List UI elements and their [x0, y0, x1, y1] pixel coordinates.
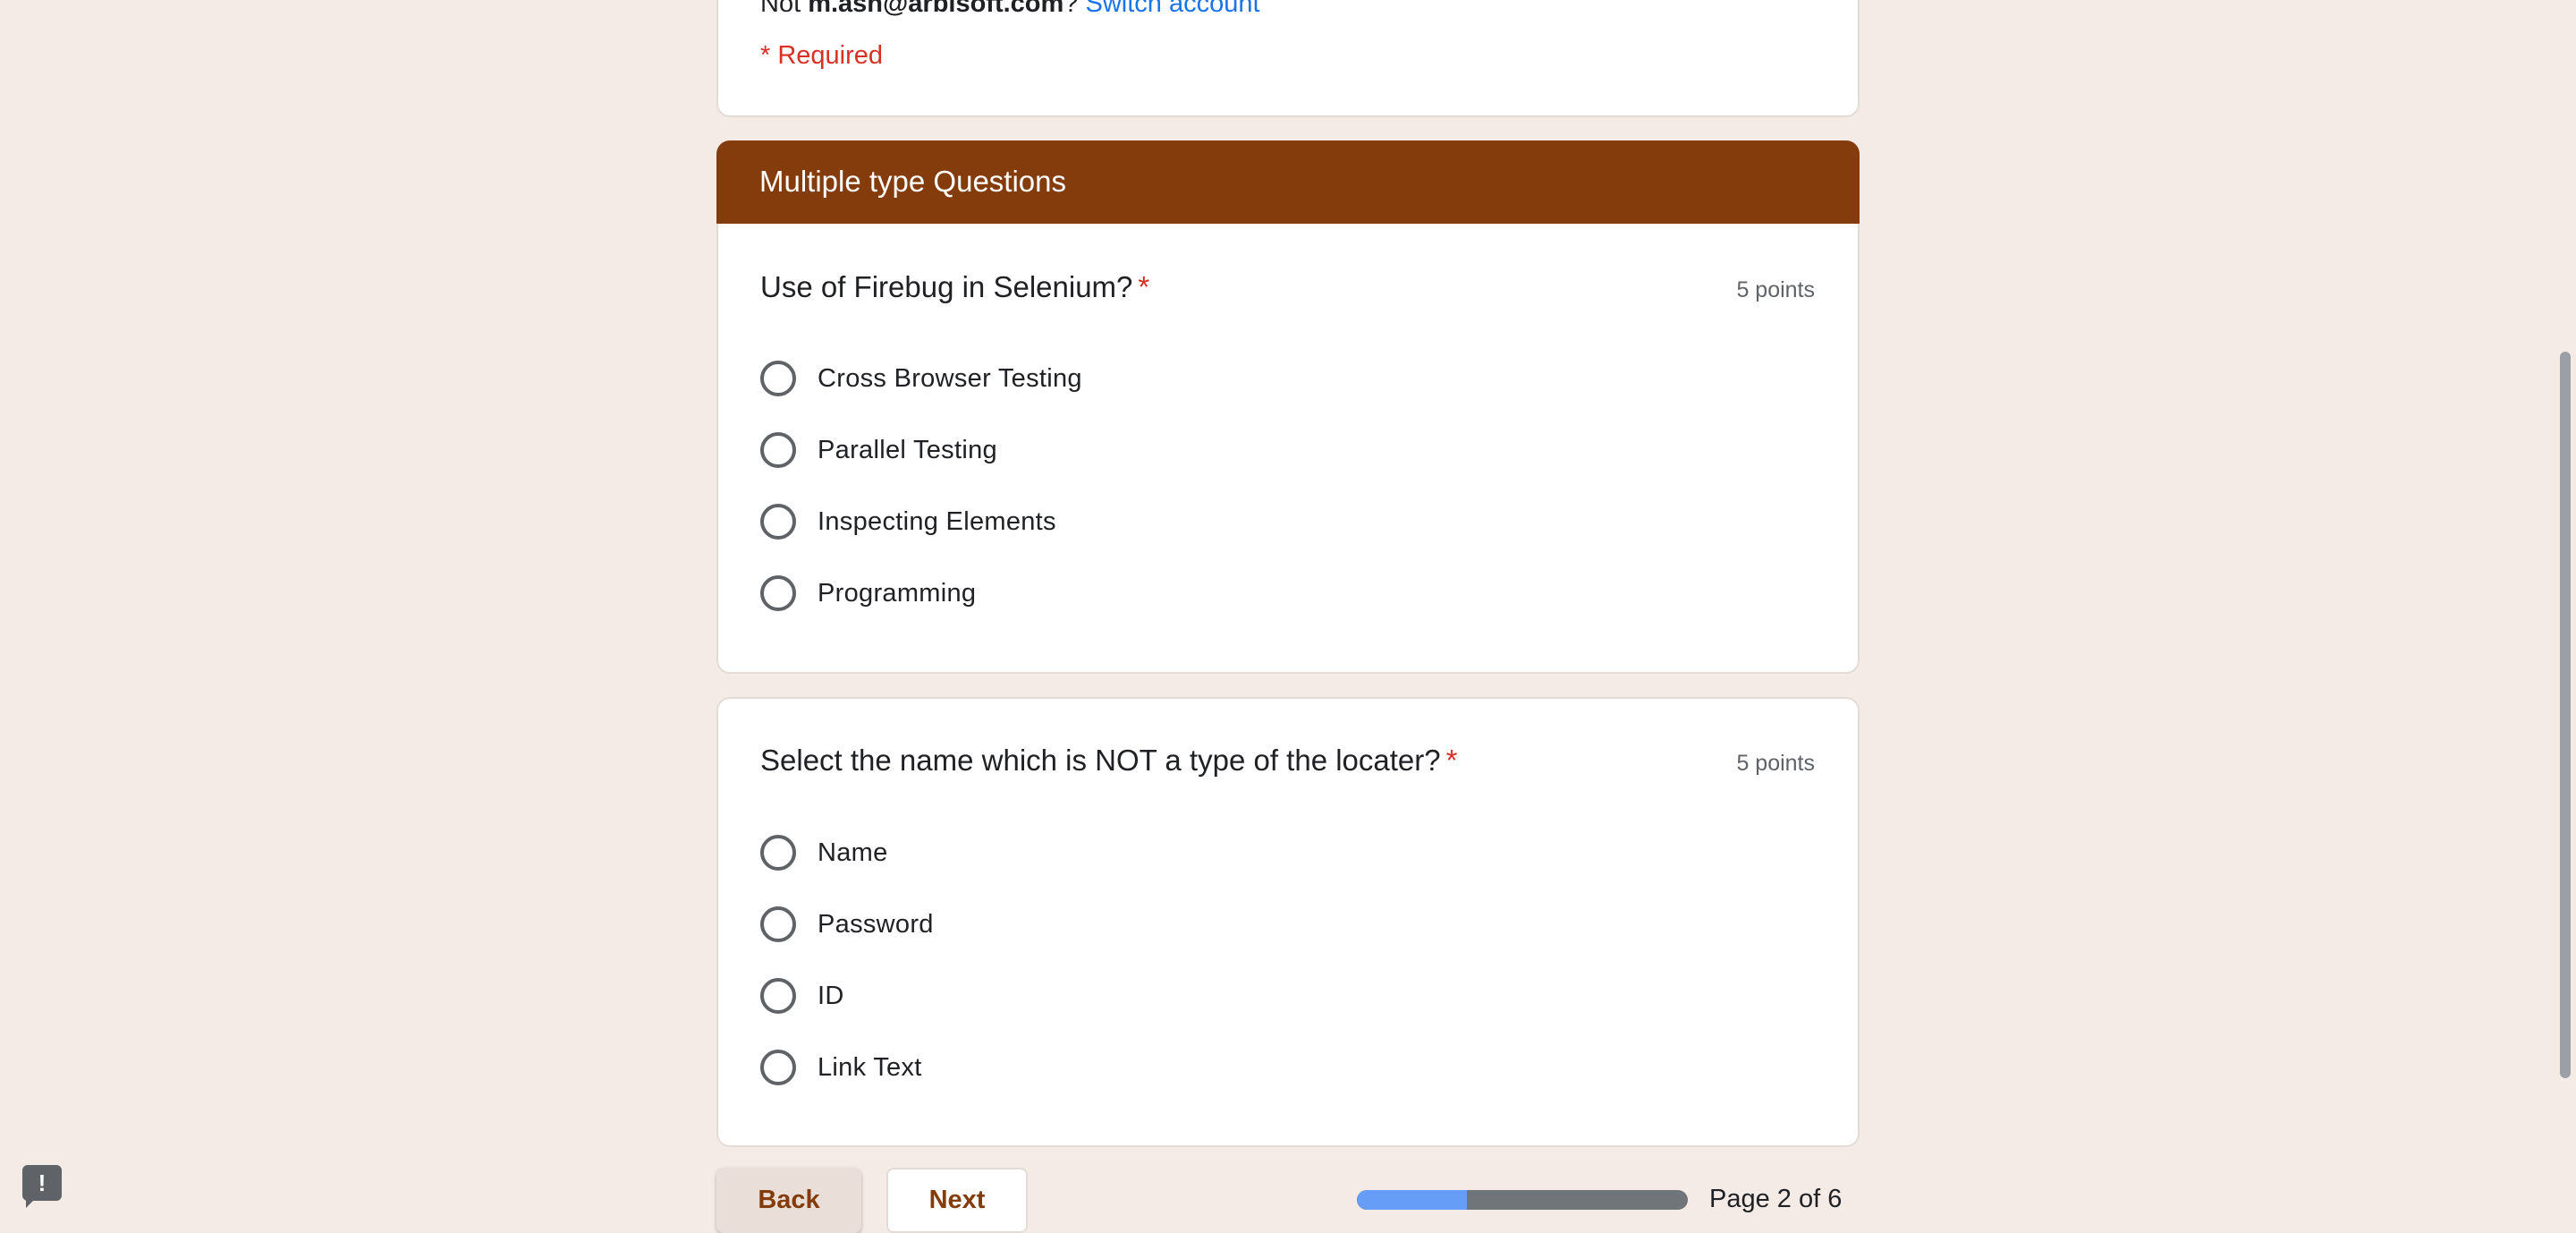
progress-bar-fill — [1357, 1190, 1468, 1210]
radio-option[interactable]: Password — [760, 905, 934, 944]
radio-option[interactable]: Inspecting Elements — [760, 502, 1056, 541]
scrollbar-thumb[interactable] — [2560, 352, 2571, 1078]
required-asterisk: * — [1445, 744, 1458, 777]
question-points: 5 points — [1736, 277, 1815, 302]
required-asterisk: * — [1138, 270, 1150, 303]
radio-button[interactable] — [760, 361, 796, 396]
section-title: Multiple type Questions — [759, 165, 1067, 198]
radio-option[interactable]: Cross Browser Testing — [760, 359, 1082, 398]
radio-button[interactable] — [760, 432, 796, 468]
account-line: Not m.ash@arbisoft.com? Switch account — [760, 0, 1260, 19]
form-intro-card: Not m.ash@arbisoft.com? Switch account *… — [716, 0, 1860, 117]
question-title-text: Select the name which is NOT a type of t… — [760, 744, 1441, 777]
required-note: * Required — [760, 41, 884, 70]
radio-button[interactable] — [760, 504, 796, 540]
radio-button[interactable] — [760, 906, 796, 942]
radio-button[interactable] — [760, 1050, 796, 1085]
switch-account-link[interactable]: Switch account — [1086, 0, 1260, 18]
account-suffix: ? — [1063, 0, 1086, 18]
option-label: Name — [818, 838, 888, 867]
option-label: ID — [818, 981, 844, 1010]
question-title-text: Use of Firebug in Selenium? — [760, 270, 1133, 303]
radio-option[interactable]: Name — [760, 833, 888, 872]
radio-option[interactable]: ID — [760, 976, 844, 1016]
option-label: Cross Browser Testing — [818, 363, 1082, 393]
section-header: Multiple type Questions — [716, 140, 1860, 225]
account-email: m.ash@arbisoft.com — [808, 0, 1064, 18]
progress-bar — [1357, 1190, 1688, 1210]
back-button[interactable]: Back — [716, 1168, 861, 1233]
question-points: 5 points — [1736, 751, 1815, 776]
question-title: Use of Firebug in Selenium? * — [760, 270, 1149, 304]
next-button[interactable]: Next — [886, 1168, 1028, 1233]
option-label: Inspecting Elements — [818, 506, 1056, 536]
report-feedback-icon[interactable]: ! — [22, 1165, 62, 1208]
option-label: Programming — [818, 578, 977, 608]
option-label: Link Text — [818, 1052, 922, 1082]
question-card-1: Use of Firebug in Selenium? * 5 points Cr… — [716, 224, 1860, 674]
form-page: Not m.ash@arbisoft.com? Switch account *… — [0, 0, 2576, 1233]
option-label: Parallel Testing — [818, 435, 997, 464]
question-title: Select the name which is NOT a type of t… — [760, 744, 1457, 778]
radio-button[interactable] — [760, 575, 796, 611]
account-prefix: Not — [760, 0, 809, 18]
radio-option[interactable]: Link Text — [760, 1048, 922, 1087]
page-indicator: Page 2 of 6 — [1709, 1185, 1843, 1213]
option-label: Password — [818, 909, 934, 939]
radio-option[interactable]: Parallel Testing — [760, 430, 997, 470]
radio-button[interactable] — [760, 835, 796, 871]
radio-option[interactable]: Programming — [760, 574, 976, 613]
question-card-2: Select the name which is NOT a type of t… — [716, 697, 1860, 1147]
radio-button[interactable] — [760, 978, 796, 1014]
